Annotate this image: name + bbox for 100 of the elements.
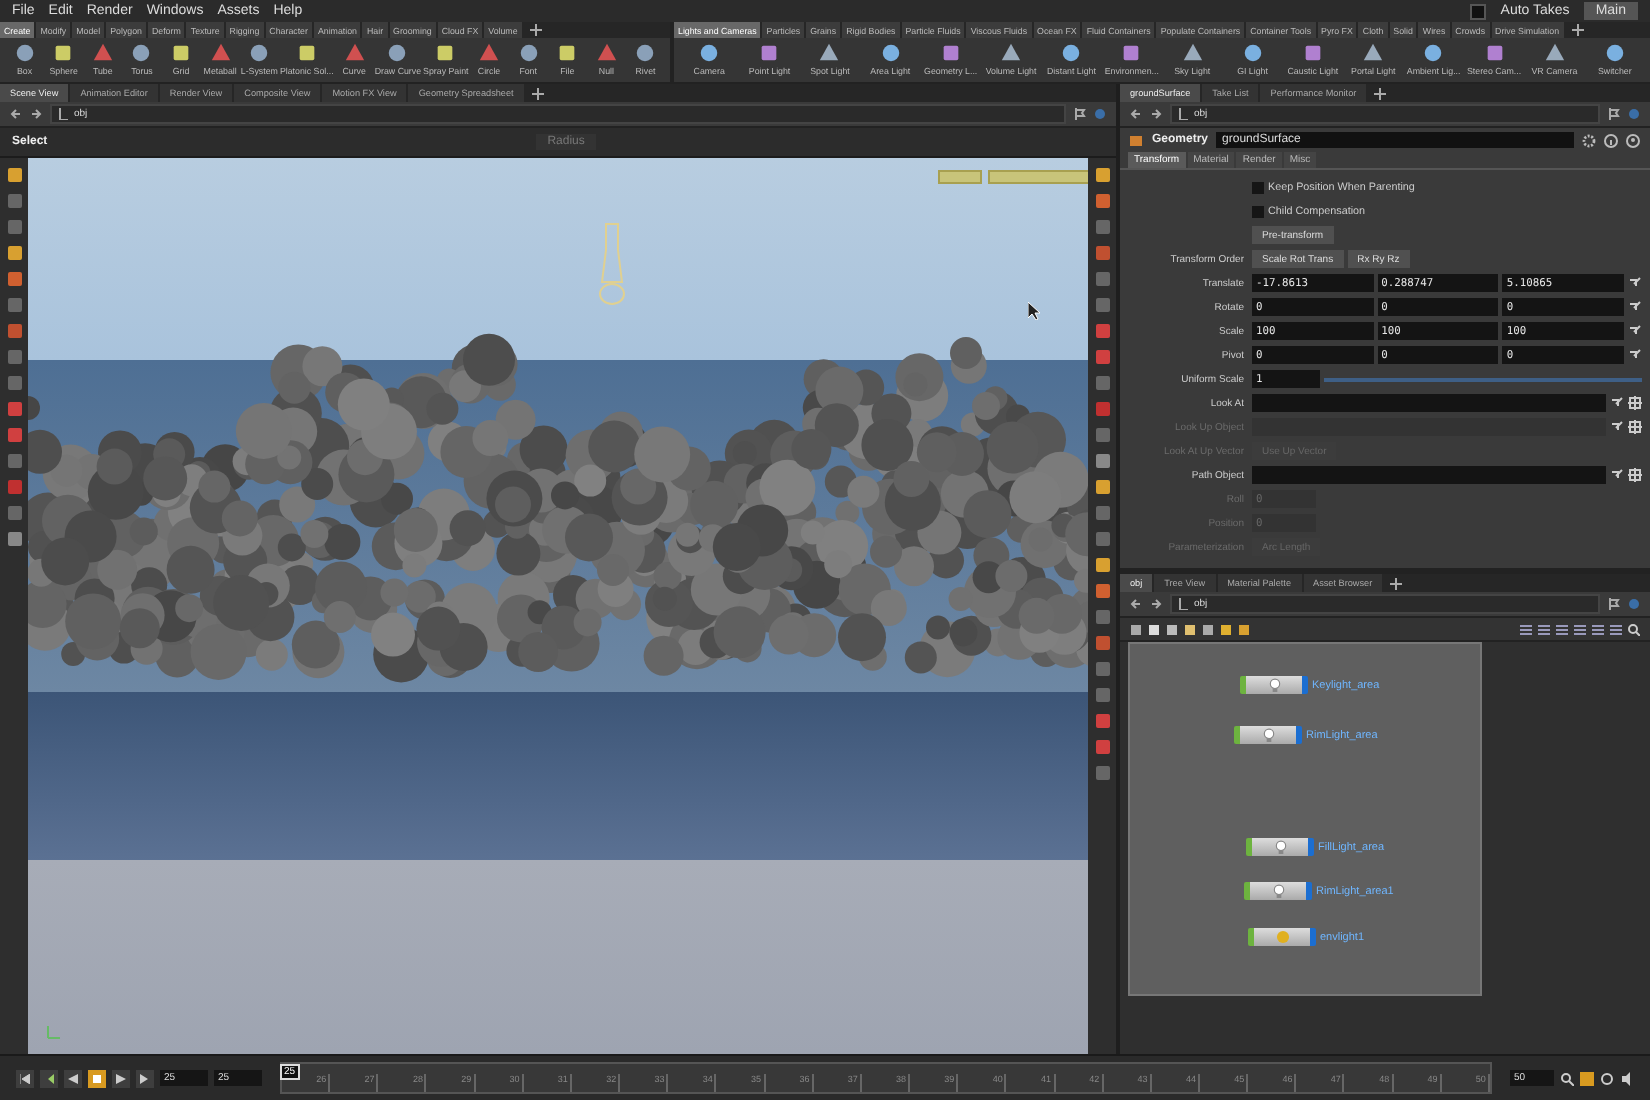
layout-icon[interactable] xyxy=(1574,623,1586,635)
skip-end-icon xyxy=(140,1073,150,1083)
bulb-icon xyxy=(1271,884,1285,898)
network-icon xyxy=(1178,598,1188,610)
light-node[interactable] xyxy=(1234,726,1302,744)
arrow-icon[interactable] xyxy=(1610,468,1624,482)
pin-icon[interactable] xyxy=(1608,598,1620,610)
tool-icon xyxy=(1241,42,1264,64)
tool-icon xyxy=(91,42,114,64)
node-picker-icon[interactable] xyxy=(1628,420,1642,434)
tool-icon xyxy=(343,42,366,64)
add-tab-icon[interactable] xyxy=(529,24,542,36)
tool-icon xyxy=(1422,42,1445,64)
tool-icon xyxy=(386,42,409,64)
back-arrow-icon[interactable] xyxy=(1130,598,1142,610)
search-icon[interactable] xyxy=(1560,1071,1574,1085)
tool-icon xyxy=(1362,42,1385,64)
play-reverse-icon xyxy=(68,1073,78,1083)
playback-button[interactable] xyxy=(40,1069,58,1087)
skip-start-icon xyxy=(20,1073,30,1083)
tool-icon xyxy=(170,42,193,64)
tool-icon xyxy=(209,42,232,64)
geometry-node-icon xyxy=(1130,133,1144,147)
node-picker-icon[interactable] xyxy=(1628,468,1642,482)
cursor-icon xyxy=(1028,302,1040,320)
viewport-badge xyxy=(988,170,1088,184)
tool-icon xyxy=(1301,42,1324,64)
tool-icon xyxy=(1000,42,1023,64)
bulb-icon xyxy=(1273,840,1287,854)
tool-icon xyxy=(248,42,271,64)
tool-icon xyxy=(295,42,318,64)
pin-icon[interactable] xyxy=(1608,108,1620,120)
tool-icon xyxy=(1603,42,1626,64)
key-icon[interactable] xyxy=(1580,1071,1594,1085)
tool-icon xyxy=(1120,42,1143,64)
layout-icon[interactable] xyxy=(1520,623,1532,635)
info-icon[interactable] xyxy=(1604,133,1618,147)
tool-icon xyxy=(52,42,75,64)
tool-icon xyxy=(595,42,618,64)
arrow-icon[interactable] xyxy=(1610,396,1624,410)
light-node[interactable] xyxy=(1246,838,1314,856)
viewport-badge xyxy=(938,170,982,184)
tool-icon xyxy=(634,42,657,64)
network-icon xyxy=(1178,108,1188,120)
tool-icon xyxy=(556,42,579,64)
tool-icon xyxy=(1543,42,1566,64)
tool-icon xyxy=(434,42,457,64)
sun-icon xyxy=(1275,930,1289,944)
viewport[interactable] xyxy=(28,158,1088,1054)
bulb-icon xyxy=(1261,728,1275,742)
loop-icon[interactable] xyxy=(1600,1071,1614,1085)
search-icon[interactable] xyxy=(1628,623,1640,635)
stop-icon xyxy=(92,1073,102,1083)
tool-icon xyxy=(478,42,501,64)
light-node[interactable] xyxy=(1240,676,1308,694)
axes-icon xyxy=(44,1022,64,1042)
tool-icon xyxy=(879,42,902,64)
layout-icon[interactable] xyxy=(1556,623,1568,635)
tool-icon xyxy=(698,42,721,64)
add-tab-icon[interactable] xyxy=(1374,87,1387,99)
forward-arrow-icon[interactable] xyxy=(1150,108,1162,120)
back-arrow-icon[interactable] xyxy=(1130,108,1142,120)
tool-icon xyxy=(1060,42,1083,64)
playback-button[interactable] xyxy=(64,1069,82,1087)
pin-icon[interactable] xyxy=(1074,108,1086,120)
layout-icon[interactable] xyxy=(1592,623,1604,635)
playback-button[interactable] xyxy=(16,1069,34,1087)
light-node[interactable] xyxy=(1248,928,1316,946)
add-tab-icon[interactable] xyxy=(1571,24,1584,36)
tool-icon xyxy=(1483,42,1506,64)
light-node[interactable] xyxy=(1244,882,1312,900)
playback-button[interactable] xyxy=(112,1069,130,1087)
back-arrow-icon[interactable] xyxy=(10,108,22,120)
tool-icon xyxy=(130,42,153,64)
tool-icon xyxy=(13,42,36,64)
network-icon xyxy=(58,108,68,120)
layout-icon[interactable] xyxy=(1610,623,1622,635)
add-tab-icon[interactable] xyxy=(1390,577,1403,589)
tool-icon xyxy=(939,42,962,64)
play-icon xyxy=(116,1073,126,1083)
previous-key-icon xyxy=(44,1073,54,1083)
forward-arrow-icon[interactable] xyxy=(30,108,42,120)
playback-button[interactable] xyxy=(136,1069,154,1087)
playback-button[interactable] xyxy=(88,1069,106,1087)
forward-arrow-icon[interactable] xyxy=(1150,598,1162,610)
checkbox[interactable] xyxy=(1252,205,1264,217)
add-tab-icon[interactable] xyxy=(531,87,544,99)
bulb-icon xyxy=(1267,678,1281,692)
input-field[interactable] xyxy=(1252,394,1606,412)
settings-icon[interactable] xyxy=(1582,133,1596,147)
layout-icon[interactable] xyxy=(1538,623,1550,635)
tool-icon xyxy=(818,42,841,64)
audio-icon[interactable] xyxy=(1620,1071,1634,1085)
node-picker-icon[interactable] xyxy=(1628,396,1642,410)
arrow-icon[interactable] xyxy=(1610,420,1624,434)
tool-icon xyxy=(1181,42,1204,64)
input-field[interactable] xyxy=(1252,466,1606,484)
tool-icon xyxy=(517,42,540,64)
auto-takes-checkbox[interactable] xyxy=(1470,3,1487,19)
checkbox[interactable] xyxy=(1252,181,1264,193)
